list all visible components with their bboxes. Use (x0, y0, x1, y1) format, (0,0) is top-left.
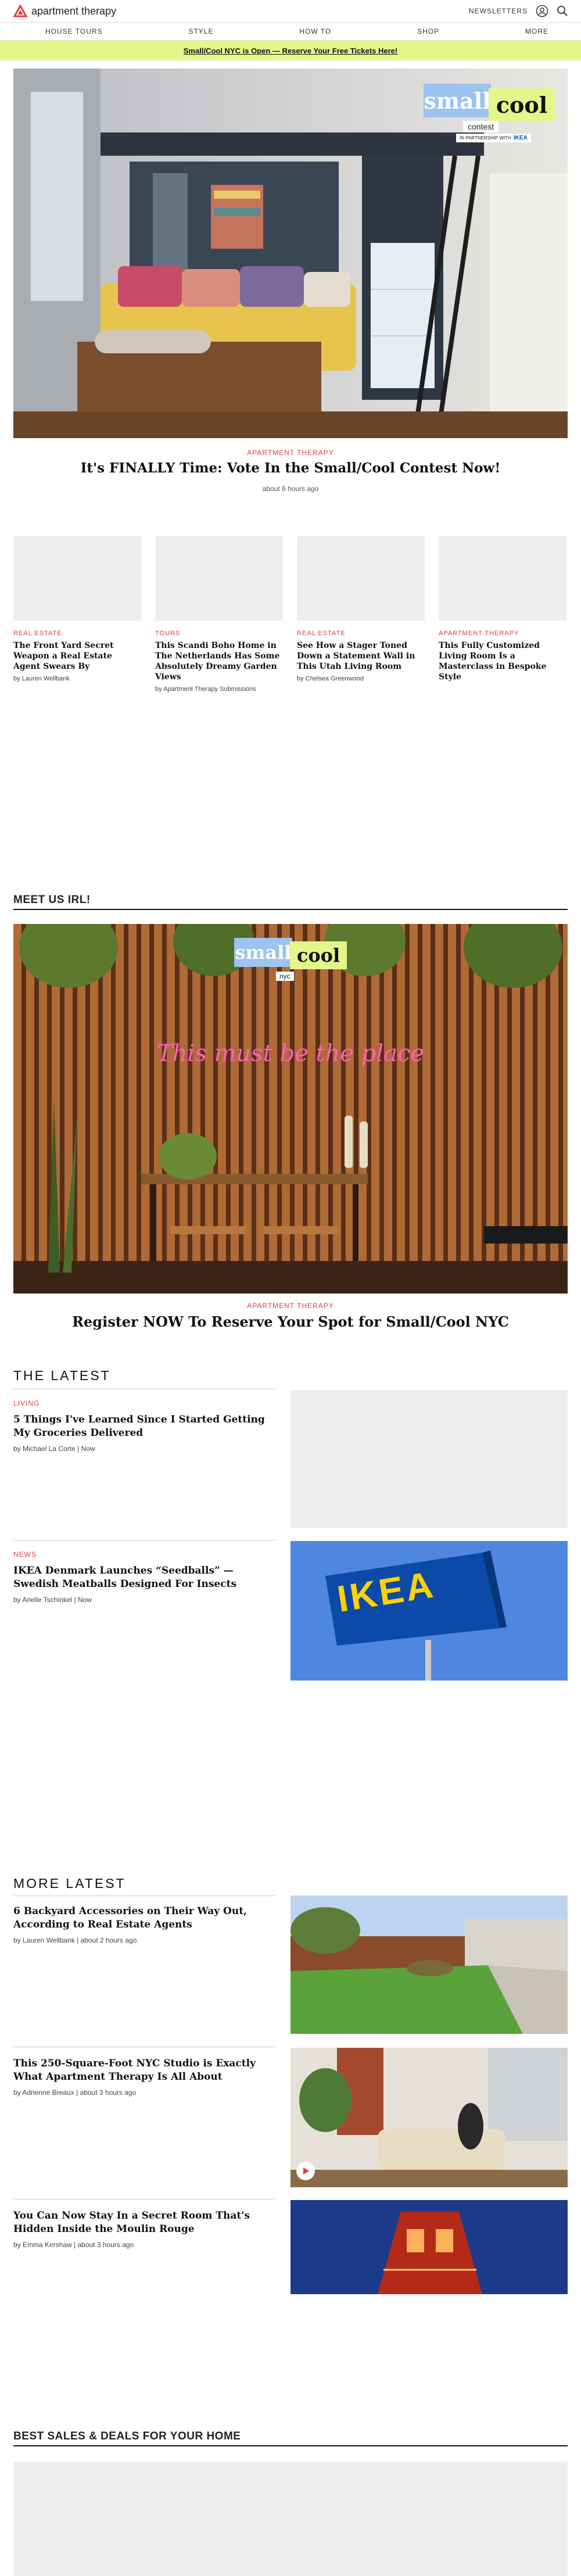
deals-placeholder[interactable] (13, 2462, 568, 2576)
site-logo[interactable]: apartment therapy (13, 5, 116, 17)
latest-title[interactable]: IKEA Denmark Launches “Seedballs” — Swed… (13, 1564, 275, 1591)
logo-icon (13, 5, 28, 17)
latest-item[interactable]: NEWS IKEA Denmark Launches “Seedballs” —… (13, 1550, 275, 1604)
more-byline: by Lauren Wellbank | about 2 hours ago (13, 1936, 137, 1944)
card[interactable]: APARTMENT THERAPY This Fully Customized … (439, 536, 566, 682)
card-image[interactable] (439, 536, 566, 621)
nav-item-how-to[interactable]: HOW TO (299, 27, 331, 35)
card-row: REAL ESTATE The Front Yard Secret Weapon… (13, 536, 568, 693)
latest-heading: THE LATEST (13, 1368, 111, 1383)
main-nav: HOUSE TOURS STYLE HOW TO SHOP MORE (0, 22, 581, 41)
ikea-sign-graphic (290, 1541, 568, 1681)
meet-badge: small cool nyc (234, 938, 347, 984)
nav-item-style[interactable]: STYLE (188, 27, 213, 35)
card-title[interactable]: This Fully Customized Living Room Is a M… (439, 640, 566, 682)
meet-divider (13, 909, 568, 910)
more-item[interactable]: This 250-Square-Foot NYC Studio is Exact… (13, 2057, 275, 2097)
site-header: apartment therapy NEWSLETTERS (0, 0, 581, 22)
neon-sign: This must be the place (156, 1040, 425, 1067)
more-item[interactable]: You Can Now Stay In a Secret Room That's… (13, 2209, 275, 2249)
user-icon[interactable] (536, 5, 548, 17)
contest-badge: small cool contest IN PARTNERSHIP WITH I… (424, 80, 555, 144)
card-image[interactable] (155, 536, 283, 621)
card-byline: by Lauren Wellbank (13, 675, 70, 682)
meet-badge-small: small (235, 941, 292, 963)
latest-title[interactable]: 5 Things I've Learned Since I Started Ge… (13, 1413, 275, 1440)
meet-badge-sub: nyc (276, 972, 294, 981)
card[interactable]: REAL ESTATE The Front Yard Secret Weapon… (13, 536, 141, 682)
card-byline: by Chelsea Greenwood (297, 675, 364, 682)
meet-title[interactable]: Register NOW To Reserve Your Spot for Sm… (0, 1313, 581, 1330)
hero-eyebrow[interactable]: APARTMENT THERAPY (0, 449, 581, 457)
more-image-backyard[interactable] (290, 1896, 568, 2034)
meet-badge-cool: cool (296, 944, 340, 966)
card-title[interactable]: This Scandi Boho Home in The Netherlands… (155, 640, 283, 682)
logo-wordmark: apartment therapy (31, 5, 117, 17)
card-title[interactable]: See How a Stager Toned Down a Statement … (297, 640, 425, 672)
card-image[interactable] (297, 536, 425, 621)
meet-image[interactable]: small cool nyc This must be the place (13, 924, 568, 1294)
meet-heading: MEET US IRL! (13, 894, 91, 906)
partner-label: IN PARTNERSHIP WITH (460, 135, 511, 141)
hero-title[interactable]: It's FINALLY Time: Vote In the Small/Coo… (0, 460, 581, 476)
more-title[interactable]: 6 Backyard Accessories on Their Way Out,… (13, 1905, 275, 1932)
more-heading: MORE LATEST (13, 1876, 126, 1891)
latest-item[interactable]: LIVING 5 Things I've Learned Since I Sta… (13, 1399, 275, 1453)
badge-small: small (424, 87, 491, 114)
latest-category[interactable]: LIVING (13, 1399, 275, 1407)
latest-category[interactable]: NEWS (13, 1550, 275, 1559)
promo-link[interactable]: Small/Cool NYC is Open — Reserve Your Fr… (184, 46, 397, 55)
card-title[interactable]: The Front Yard Secret Weapon a Real Esta… (13, 640, 141, 672)
more-image-studio[interactable] (290, 2048, 568, 2187)
deals-heading: BEST SALES & DEALS FOR YOUR HOME (13, 2430, 241, 2442)
latest-byline: by Arielle Tschinkel | Now (13, 1596, 92, 1604)
card-category[interactable]: TOURS (155, 630, 283, 637)
latest-image[interactable] (290, 1390, 568, 1528)
nav-item-house-tours[interactable]: HOUSE TOURS (45, 27, 103, 35)
badge-cool: cool (496, 91, 548, 118)
more-item[interactable]: 6 Backyard Accessories on Their Way Out,… (13, 1905, 275, 1944)
play-icon[interactable] (296, 2162, 315, 2180)
nav-item-more[interactable]: MORE (525, 27, 548, 35)
card-byline: by Apartment Therapy Submissions (155, 686, 256, 693)
latest-image-ikea[interactable]: IKEA (290, 1541, 568, 1681)
card-category[interactable]: APARTMENT THERAPY (439, 630, 566, 637)
badge-sub: contest (463, 121, 499, 132)
deals-divider (13, 2445, 568, 2446)
card-image[interactable] (13, 536, 141, 621)
card-category[interactable]: REAL ESTATE (13, 630, 141, 637)
hero-image[interactable]: small cool contest IN PARTNERSHIP WITH I… (13, 69, 568, 438)
nav-item-shop[interactable]: SHOP (417, 27, 439, 35)
more-byline: by Adrienne Breaux | about 3 hours ago (13, 2088, 137, 2097)
newsletters-link[interactable]: NEWSLETTERS (469, 7, 528, 15)
promo-banner: Small/Cool NYC is Open — Reserve Your Fr… (0, 41, 581, 60)
hero-timestamp: about 6 hours ago (262, 485, 319, 493)
more-title[interactable]: You Can Now Stay In a Secret Room That's… (13, 2209, 275, 2236)
search-icon[interactable] (557, 5, 568, 17)
more-image-moulin-rouge[interactable] (290, 2200, 568, 2294)
card-category[interactable]: REAL ESTATE (297, 630, 425, 637)
card[interactable]: TOURS This Scandi Boho Home in The Nethe… (155, 536, 283, 693)
meet-eyebrow[interactable]: APARTMENT THERAPY (0, 1302, 581, 1310)
more-title[interactable]: This 250-Square-Foot NYC Studio is Exact… (13, 2057, 275, 2084)
card[interactable]: REAL ESTATE See How a Stager Toned Down … (297, 536, 425, 682)
partner-brand: IKEA (513, 135, 528, 141)
latest-byline: by Michael La Corte | Now (13, 1445, 95, 1453)
more-byline: by Emma Kershaw | about 3 hours ago (13, 2241, 134, 2249)
